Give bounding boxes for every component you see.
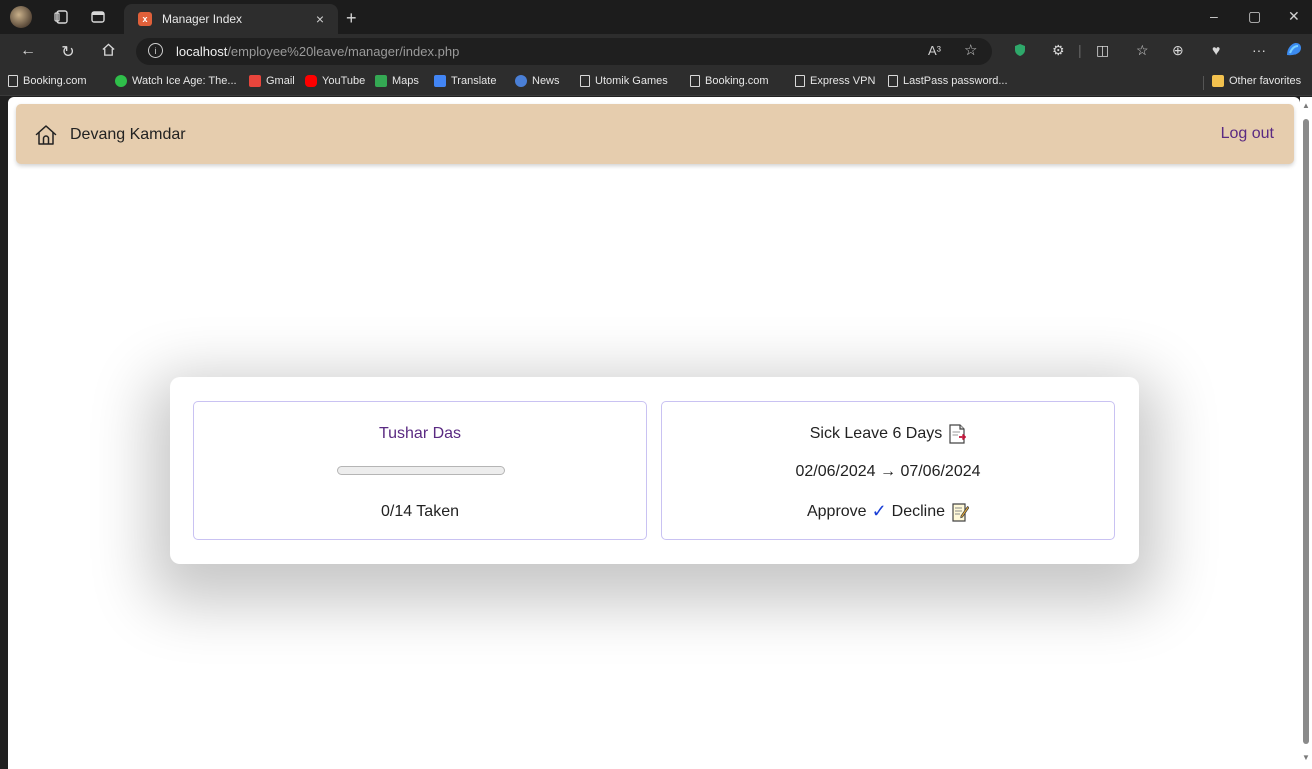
extensions-icon[interactable]: ⚙ bbox=[1052, 42, 1065, 59]
minimize-button[interactable]: – bbox=[1210, 8, 1218, 24]
xampp-favicon-icon: x bbox=[138, 12, 152, 26]
play-icon bbox=[115, 75, 127, 87]
page-icon bbox=[580, 75, 590, 87]
url-bar[interactable]: i localhost/employee%20leave/manager/ind… bbox=[136, 38, 992, 65]
bookmark-news[interactable]: News bbox=[515, 75, 560, 87]
maps-icon bbox=[375, 75, 387, 87]
scroll-down-arrow-icon[interactable]: ▼ bbox=[1302, 753, 1310, 762]
toolbar-divider: | bbox=[1078, 42, 1082, 58]
favorite-star-icon[interactable]: ☆ bbox=[964, 41, 977, 59]
bookmark-lastpass[interactable]: LastPass password... bbox=[888, 75, 1008, 87]
news-icon bbox=[515, 75, 527, 87]
youtube-icon bbox=[305, 75, 317, 87]
url-text[interactable]: localhost/employee%20leave/manager/index… bbox=[176, 44, 459, 59]
profile-avatar[interactable] bbox=[10, 6, 32, 28]
user-name-brand: Devang Kamdar bbox=[70, 126, 186, 143]
back-arrow-icon[interactable]: ← bbox=[18, 42, 38, 60]
url-host: localhost bbox=[176, 44, 228, 59]
address-toolbar: ← ↻ i localhost/employee%20leave/manager… bbox=[0, 34, 1312, 68]
bookmark-translate[interactable]: Translate bbox=[434, 75, 496, 87]
bookmark-express-vpn[interactable]: Express VPN bbox=[795, 75, 875, 87]
split-screen-icon[interactable]: ◫ bbox=[1096, 42, 1109, 59]
browser-titlebar: x Manager Index × + – ▢ ✕ bbox=[0, 0, 1312, 34]
new-tab-button[interactable]: + bbox=[346, 8, 357, 29]
shield-extension-icon[interactable] bbox=[1014, 43, 1026, 60]
close-window-button[interactable]: ✕ bbox=[1288, 8, 1300, 25]
approve-link[interactable]: Approve bbox=[807, 503, 867, 521]
logout-link[interactable]: Log out bbox=[1221, 125, 1274, 143]
gmail-icon bbox=[249, 75, 261, 87]
bookmark-booking-2[interactable]: Booking.com bbox=[690, 75, 769, 87]
decline-link[interactable]: Decline bbox=[892, 503, 945, 521]
bookmark-gmail[interactable]: Gmail bbox=[249, 75, 295, 87]
page-viewport: Devang Kamdar Log out Tushar Das 0/14 Ta… bbox=[8, 97, 1300, 769]
home-link[interactable]: Devang Kamdar bbox=[34, 123, 186, 147]
leave-request-panel: Tushar Das 0/14 Taken Sick Leave 6 Days … bbox=[170, 377, 1139, 564]
leave-actions: Approve ✓ Decline bbox=[662, 501, 1114, 522]
url-path: /employee%20leave/manager/index.php bbox=[227, 44, 460, 59]
more-menu-icon[interactable]: ··· bbox=[1252, 42, 1266, 58]
leave-request-card: Sick Leave 6 Days 02/06/2024 → 07/06/202… bbox=[661, 401, 1115, 540]
favorites-icon[interactable]: ☆ bbox=[1136, 42, 1149, 59]
leave-document-icon[interactable] bbox=[948, 424, 967, 444]
employee-name: Tushar Das bbox=[378, 425, 462, 442]
tab-actions-icon[interactable] bbox=[88, 7, 108, 27]
maximize-button[interactable]: ▢ bbox=[1248, 8, 1261, 25]
home-button-icon[interactable] bbox=[98, 42, 118, 62]
read-aloud-icon[interactable]: A³ bbox=[928, 43, 941, 58]
collections-icon[interactable]: ⊕ bbox=[1172, 42, 1184, 59]
tab-close-icon[interactable]: × bbox=[310, 11, 330, 27]
bookmark-ice-age[interactable]: Watch Ice Age: The... bbox=[115, 75, 237, 87]
page-icon bbox=[888, 75, 898, 87]
workspaces-icon[interactable] bbox=[52, 7, 72, 27]
bookmark-youtube[interactable]: YouTube bbox=[305, 75, 365, 87]
leave-summary: Sick Leave 6 Days bbox=[662, 424, 1114, 444]
copilot-icon[interactable] bbox=[1284, 40, 1304, 61]
translate-icon bbox=[434, 75, 446, 87]
refresh-icon[interactable]: ↻ bbox=[58, 42, 78, 62]
bookmark-utomik[interactable]: Utomik Games bbox=[580, 75, 668, 87]
top-navbar: Devang Kamdar Log out bbox=[16, 104, 1294, 164]
bookmark-booking[interactable]: Booking.com bbox=[8, 75, 87, 87]
tab-title: Manager Index bbox=[162, 12, 243, 26]
site-info-icon[interactable]: i bbox=[148, 43, 163, 58]
folder-icon bbox=[1212, 75, 1224, 87]
house-icon bbox=[35, 125, 57, 145]
tab-manager-index[interactable]: x Manager Index × bbox=[124, 4, 338, 34]
leave-progress-bar bbox=[337, 466, 505, 475]
employee-card: Tushar Das 0/14 Taken bbox=[193, 401, 647, 540]
page-icon bbox=[8, 75, 18, 87]
other-favorites[interactable]: Other favorites bbox=[1212, 75, 1301, 87]
scroll-thumb[interactable] bbox=[1303, 119, 1309, 744]
memo-edit-icon[interactable] bbox=[951, 502, 970, 522]
leave-taken-count: 0/14 Taken bbox=[381, 503, 459, 520]
bookmarks-divider bbox=[1203, 76, 1204, 90]
bookmark-maps[interactable]: Maps bbox=[375, 75, 419, 87]
scroll-up-arrow-icon[interactable]: ▲ bbox=[1302, 101, 1310, 110]
page-icon bbox=[690, 75, 700, 87]
checkmark-icon[interactable]: ✓ bbox=[872, 501, 887, 522]
browser-essentials-icon[interactable]: ♥ bbox=[1212, 42, 1220, 58]
leave-date-range: 02/06/2024 → 07/06/2024 bbox=[795, 463, 981, 480]
page-icon bbox=[795, 75, 805, 87]
bookmarks-bar: Booking.com Watch Ice Age: The... Gmail … bbox=[0, 68, 1312, 96]
page-scrollbar[interactable]: ▲ ▼ bbox=[1300, 97, 1312, 769]
leave-type-duration: Sick Leave 6 Days bbox=[809, 425, 943, 442]
